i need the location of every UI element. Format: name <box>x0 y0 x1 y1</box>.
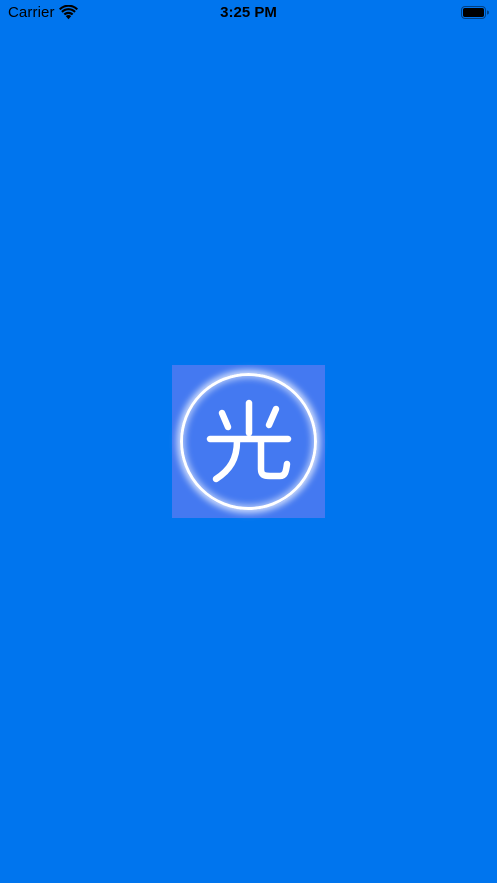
battery-icon <box>461 6 489 19</box>
status-time: 3:25 PM <box>220 4 277 21</box>
light-character-logo-icon <box>206 399 292 483</box>
status-bar: Carrier 3:25 PM <box>0 0 497 26</box>
app-logo <box>172 365 325 518</box>
